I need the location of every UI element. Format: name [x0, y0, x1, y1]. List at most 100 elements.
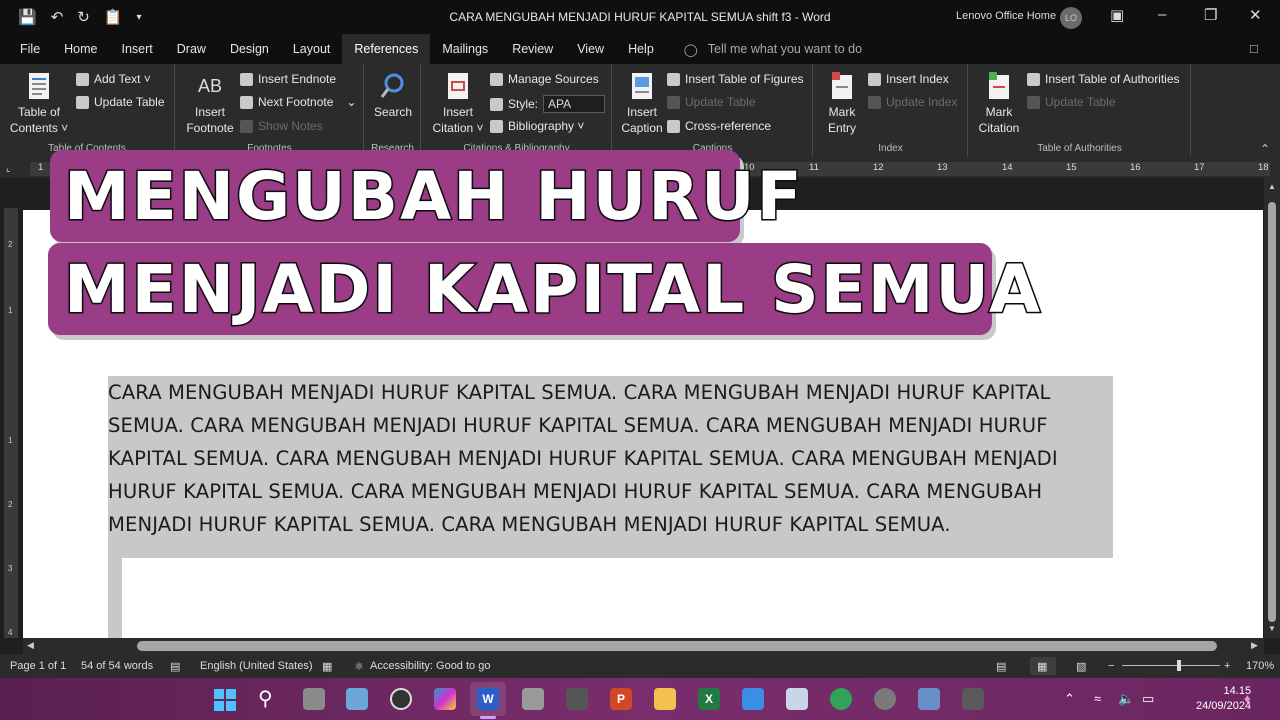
collapse-ribbon-icon[interactable]: ⌃ — [1260, 142, 1270, 156]
zoom-slider[interactable] — [1122, 665, 1220, 666]
cross-reference-button[interactable]: Cross-reference — [667, 119, 771, 133]
store-icon[interactable] — [742, 688, 764, 710]
text-line[interactable]: HURUF KAPITAL SEMUA. CARA MENGUBAH MENJA… — [108, 475, 1118, 508]
tab-review[interactable]: Review — [500, 34, 565, 64]
photos-icon[interactable] — [346, 688, 368, 710]
tell-me-box[interactable]: ◯ Tell me what you want to do — [684, 42, 862, 57]
volume-icon[interactable]: 🔈 — [1118, 691, 1134, 707]
vertical-scrollbar[interactable]: ▲ ▼ — [1264, 178, 1280, 638]
tab-insert[interactable]: Insert — [110, 34, 165, 64]
browser-icon[interactable] — [830, 688, 852, 710]
remote-desktop-icon[interactable] — [786, 688, 808, 710]
document-body[interactable]: CARA MENGUBAH MENJADI HURUF KAPITAL SEMU… — [108, 376, 1118, 541]
notification-bell-icon[interactable]: ♦ — [1244, 691, 1251, 706]
scroll-down-icon[interactable]: ▼ — [1268, 624, 1276, 633]
zoom-slider-thumb[interactable] — [1177, 660, 1181, 671]
scroll-left-icon[interactable]: ◀ — [27, 640, 34, 651]
windows-start-icon[interactable] — [213, 688, 237, 712]
avatar[interactable]: LO — [1060, 7, 1082, 29]
vertical-ruler[interactable]: 2 1 1 2 3 4 — [4, 208, 18, 638]
file-explorer-drive-icon[interactable] — [522, 688, 544, 710]
clipboard-icon[interactable]: 📋 — [104, 8, 123, 26]
tab-mailings[interactable]: Mailings — [430, 34, 500, 64]
network-app-icon[interactable] — [918, 688, 940, 710]
text-predictions-icon[interactable]: ▦ — [322, 660, 332, 673]
powerpoint-icon[interactable]: P — [610, 688, 632, 710]
wifi-icon[interactable]: ≈ — [1094, 691, 1101, 706]
tab-draw[interactable]: Draw — [165, 34, 218, 64]
zoom-in-button[interactable]: + — [1224, 660, 1230, 672]
style-selector[interactable]: Style: APA — [490, 95, 606, 113]
show-hidden-icons-icon[interactable]: ⌃ — [1064, 691, 1075, 707]
text-line[interactable]: CARA MENGUBAH MENJADI HURUF KAPITAL SEMU… — [108, 376, 1118, 409]
snipping-tool-icon[interactable] — [962, 688, 984, 710]
insert-caption-button[interactable]: Insert Caption — [617, 72, 667, 136]
tab-selector-icon[interactable]: ⌞ — [6, 163, 11, 174]
insert-footnote-button[interactable]: AB Insert Footnote — [182, 72, 238, 136]
web-layout-icon[interactable]: ▧ — [1076, 660, 1086, 673]
system-clock[interactable]: 14.15 24/09/2024 — [1196, 684, 1251, 714]
text-line[interactable]: KAPITAL SEMUA. CARA MENGUBAH MENJADI HUR… — [108, 442, 1118, 475]
task-view-icon[interactable] — [303, 688, 325, 710]
zoom-level[interactable]: 170% — [1246, 660, 1274, 672]
add-text-button[interactable]: Add Text ˅ — [76, 72, 151, 86]
word-count[interactable]: 54 of 54 words — [81, 660, 153, 672]
horizontal-scrollbar[interactable]: ◀ ▶ — [23, 638, 1264, 654]
scroll-up-icon[interactable]: ▲ — [1268, 182, 1276, 191]
read-mode-icon[interactable]: ▤ — [996, 660, 1006, 673]
tab-design[interactable]: Design — [218, 34, 281, 64]
text-line[interactable]: SEMUA. CARA MENGUBAH MENJADI HURUF KAPIT… — [108, 409, 1118, 442]
mark-citation-button[interactable]: Mark Citation — [973, 72, 1025, 136]
tab-file[interactable]: File — [0, 34, 52, 64]
tab-view[interactable]: View — [565, 34, 616, 64]
language-indicator[interactable]: English (United States) — [200, 660, 313, 672]
comments-icon[interactable]: □ — [1250, 41, 1258, 56]
update-table-figures-button[interactable]: Update Table — [667, 95, 756, 109]
search-button[interactable]: Search — [369, 72, 417, 120]
insert-table-of-figures-button[interactable]: Insert Table of Figures — [667, 72, 804, 86]
save-icon[interactable]: 💾 — [18, 8, 37, 26]
search-icon[interactable]: ⚲ — [258, 686, 273, 711]
undo-icon[interactable]: ↶ — [51, 8, 64, 26]
insert-index-button[interactable]: Insert Index — [868, 72, 949, 86]
customize-qat-icon[interactable]: ▾ — [137, 12, 142, 23]
restore-icon[interactable]: ❐ — [1204, 6, 1217, 24]
tab-home[interactable]: Home — [52, 34, 109, 64]
copilot-icon[interactable] — [434, 688, 456, 710]
update-toa-button[interactable]: Update Table — [1027, 95, 1116, 109]
insert-toa-button[interactable]: Insert Table of Authorities — [1027, 72, 1180, 86]
obs-icon[interactable] — [390, 688, 412, 710]
ribbon-display-icon[interactable]: ▣ — [1110, 6, 1124, 24]
update-index-button[interactable]: Update Index — [868, 95, 957, 109]
show-notes-button[interactable]: Show Notes — [240, 119, 323, 133]
proofing-icon[interactable]: ▤ — [170, 660, 180, 673]
settings-icon[interactable] — [874, 688, 896, 710]
tab-help[interactable]: Help — [616, 34, 666, 64]
page-count[interactable]: Page 1 of 1 — [10, 660, 66, 672]
minimize-icon[interactable]: – — [1158, 6, 1166, 23]
insert-endnote-button[interactable]: Insert Endnote — [240, 72, 336, 86]
excel-icon[interactable]: X — [698, 688, 720, 710]
update-table-button[interactable]: Update Table — [76, 95, 165, 109]
device-icon[interactable] — [566, 688, 588, 710]
mark-entry-button[interactable]: Mark Entry — [818, 72, 866, 136]
zoom-out-button[interactable]: − — [1108, 660, 1114, 672]
battery-icon[interactable]: ▭ — [1142, 691, 1154, 707]
vertical-scroll-thumb[interactable] — [1268, 202, 1276, 622]
horizontal-scroll-thumb[interactable] — [137, 641, 1217, 651]
tab-layout[interactable]: Layout — [281, 34, 343, 64]
bibliography-button[interactable]: Bibliography ˅ — [490, 119, 584, 133]
text-line[interactable]: MENJADI HURUF KAPITAL SEMUA. CARA MENGUB… — [108, 508, 1118, 541]
style-dropdown[interactable]: APA — [543, 95, 606, 113]
next-footnote-button[interactable]: Next Footnote ⌄ — [240, 95, 356, 109]
manage-sources-button[interactable]: Manage Sources — [490, 72, 599, 86]
insert-citation-button[interactable]: Insert Citation ˅ — [428, 72, 488, 136]
scroll-right-icon[interactable]: ▶ — [1251, 640, 1258, 651]
accessibility-status[interactable]: Accessibility: Good to go — [370, 660, 490, 672]
folder-icon[interactable] — [654, 688, 676, 710]
tab-references[interactable]: References — [342, 34, 431, 64]
table-of-contents-button[interactable]: Table of Contents ˅ — [8, 72, 70, 136]
account-name[interactable]: Lenovo Office Home — [956, 10, 1056, 22]
close-icon[interactable]: ✕ — [1249, 6, 1262, 24]
redo-icon[interactable]: ↻ — [77, 8, 90, 26]
